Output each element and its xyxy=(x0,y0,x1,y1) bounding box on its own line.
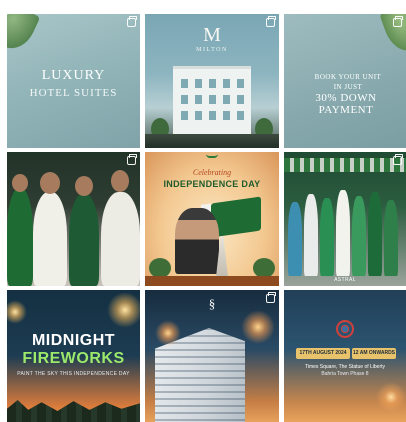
hotel-building-image xyxy=(173,66,251,136)
firework-decoration xyxy=(241,310,275,344)
firework-decoration xyxy=(155,320,181,346)
carousel-icon xyxy=(127,154,137,165)
post-headline: LUXURY xyxy=(41,68,106,83)
post-tile-midnight-fireworks[interactable]: MIDNIGHT FIREWORKS PAINT THE SKY THIS IN… xyxy=(7,290,140,422)
post-subheadline: HOTEL SUITES xyxy=(29,87,118,99)
headline-part: BOOK YOUR UNIT xyxy=(314,73,382,81)
person-figure xyxy=(336,190,350,276)
carousel-icon xyxy=(127,16,137,27)
tree-decoration xyxy=(149,258,171,278)
post-tile-group-with-flags[interactable]: ASTRAL xyxy=(284,152,406,286)
tree-decoration xyxy=(253,258,275,278)
portrait-image xyxy=(175,208,219,274)
post-kicker: Celebrating xyxy=(192,168,232,177)
person-figure xyxy=(320,198,334,276)
person-figure xyxy=(69,194,99,286)
post-headline: MIDNIGHT xyxy=(31,332,116,349)
person-figure xyxy=(33,192,67,286)
post-tile-luxury-hotel-suites[interactable]: LUXURY HOTEL SUITES xyxy=(7,14,140,148)
person-figure xyxy=(304,194,318,276)
post-subheadline: PAINT THE SKY THIS INDEPENDENCE DAY xyxy=(17,371,130,377)
carousel-icon xyxy=(393,154,403,165)
bunting-decoration xyxy=(284,158,406,172)
event-date-badge: 17TH AUGUST 2024 xyxy=(296,348,350,359)
event-venue: Times Square, The Statue of Liberty xyxy=(304,364,386,370)
post-headline-accent: FIREWORKS xyxy=(22,350,125,367)
post-grid: LUXURY HOTEL SUITES M MILTON BOOK YOUR U… xyxy=(0,0,406,422)
post-headline: BOOK YOUR UNIT IN JUST xyxy=(294,72,402,92)
carousel-icon xyxy=(266,292,276,303)
person-figure xyxy=(288,202,302,276)
headline-part: IN JUST xyxy=(333,83,363,91)
leaf-decoration xyxy=(7,14,41,56)
post-tile-tower-fireworks[interactable]: § xyxy=(145,290,279,422)
post-tile-event-details[interactable]: 17TH AUGUST 2024 12 AM ONWARDS Times Squ… xyxy=(284,290,406,422)
person-figure xyxy=(75,176,93,196)
brand-logo-text: MILTON xyxy=(196,47,228,53)
post-tile-down-payment[interactable]: BOOK YOUR UNIT IN JUST 30% DOWN PAYMENT xyxy=(284,14,406,148)
post-headline: INDEPENDENCE DAY xyxy=(163,179,261,189)
tree-line-decoration xyxy=(7,400,140,422)
emblem-icon xyxy=(336,320,354,338)
person-figure xyxy=(111,170,129,192)
event-time-badge: 12 AM ONWARDS xyxy=(352,348,396,359)
carousel-icon xyxy=(393,16,403,27)
person-figure xyxy=(40,172,60,194)
firework-decoration xyxy=(376,382,406,412)
brand-badge: ASTRAL xyxy=(334,277,356,283)
post-subheadline: 30% DOWN PAYMENT xyxy=(315,92,377,116)
person-figure xyxy=(384,200,398,276)
person-figure xyxy=(368,192,382,276)
event-location: Bahria Town Phase 8 xyxy=(321,371,369,377)
firework-decoration xyxy=(7,300,27,324)
person-figure xyxy=(7,188,33,286)
brand-logo-mark: M xyxy=(203,24,221,46)
brand-logo-icon xyxy=(206,154,218,158)
post-tile-milton-hotel[interactable]: M MILTON xyxy=(145,14,279,148)
person-figure xyxy=(352,196,366,276)
post-tile-celebrating-independence-day[interactable]: Celebrating INDEPENDENCE DAY xyxy=(145,152,279,286)
ground-decoration xyxy=(145,276,279,286)
person-figure xyxy=(101,192,140,286)
person-figure xyxy=(12,174,28,192)
carousel-icon xyxy=(266,16,276,27)
post-tile-independence-celebration-group[interactable] xyxy=(7,152,140,286)
ground-decoration xyxy=(145,134,279,148)
firework-decoration xyxy=(107,292,140,328)
